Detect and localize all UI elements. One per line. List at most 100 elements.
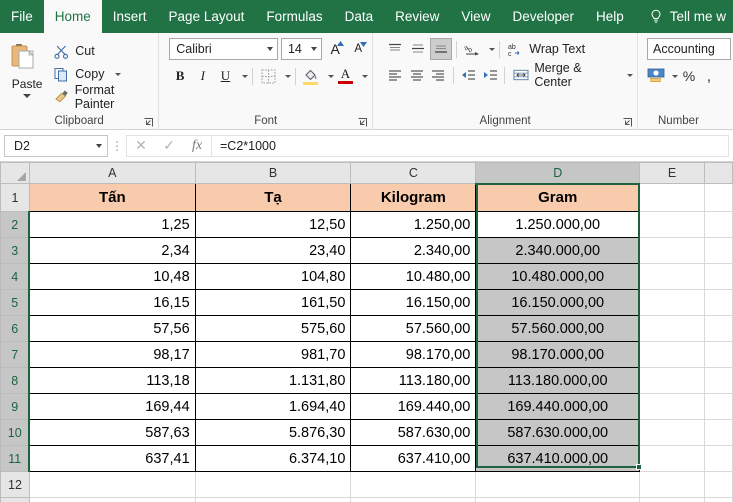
wrap-text-button[interactable]: ab c Wrap Text [504,38,585,60]
cell-b2[interactable]: 12,50 [195,212,351,238]
cell-f3[interactable] [704,238,732,264]
cell-f5[interactable] [704,290,732,316]
cell-f9[interactable] [704,394,732,420]
cell-a2[interactable]: 1,25 [29,212,195,238]
cell-d9[interactable]: 169.440.000,00 [476,394,640,420]
italic-button[interactable]: I [192,65,214,87]
cell-b5[interactable]: 161,50 [195,290,351,316]
merge-center-button[interactable]: Merge & Center [509,64,633,86]
column-header-f[interactable] [704,163,732,184]
cell-f7[interactable] [704,342,732,368]
row-header-13[interactable] [1,498,30,502]
cell-d1[interactable]: Gram [476,184,640,212]
cell-a11[interactable]: 637,41 [29,446,195,472]
cell-d12[interactable] [476,472,640,498]
cell-e5[interactable] [640,290,705,316]
align-bottom-button[interactable] [430,38,452,60]
cell-b3[interactable]: 23,40 [195,238,351,264]
cell-f12[interactable] [704,472,732,498]
increase-font-size-button[interactable]: A [325,38,345,60]
row-header-4[interactable]: 4 [1,264,30,290]
cell-a6[interactable]: 57,56 [29,316,195,342]
column-header-d[interactable]: D [476,163,640,184]
cell-c3[interactable]: 2.340,00 [351,238,476,264]
column-header-e[interactable]: E [640,163,705,184]
name-box[interactable]: D2 [4,135,108,157]
cell-d7[interactable]: 98.170.000,00 [476,342,640,368]
tab-file[interactable]: File [0,0,44,33]
cell-a7[interactable]: 98,17 [29,342,195,368]
row-header-10[interactable]: 10 [1,420,30,446]
fill-color-button[interactable] [300,65,322,87]
cell-a10[interactable]: 587,63 [29,420,195,446]
format-painter-button[interactable]: Format Painter [54,87,154,107]
row-header-9[interactable]: 9 [1,394,30,420]
cell-c8[interactable]: 113.180,00 [351,368,476,394]
cell-c6[interactable]: 57.560,00 [351,316,476,342]
borders-button[interactable] [257,65,279,87]
merge-center-dropdown-caret[interactable] [627,74,633,77]
cell-c4[interactable]: 10.480,00 [351,264,476,290]
align-left-button[interactable] [384,64,405,86]
cell-b6[interactable]: 575,60 [195,316,351,342]
percent-format-button[interactable]: % [680,65,698,87]
row-header-2[interactable]: 2 [1,212,30,238]
row-header-1[interactable]: 1 [1,184,30,212]
cell-b7[interactable]: 981,70 [195,342,351,368]
orientation-dropdown-caret[interactable] [489,48,495,51]
cell-b1[interactable]: Tạ [195,184,351,212]
cell-f2[interactable] [704,212,732,238]
cell-e9[interactable] [640,394,705,420]
align-top-button[interactable] [384,38,406,60]
cell-d11[interactable]: 637.410.000,00 [476,446,640,472]
cell-c11[interactable]: 637.410,00 [351,446,476,472]
cell-d6[interactable]: 57.560.000,00 [476,316,640,342]
cell-a8[interactable]: 113,18 [29,368,195,394]
number-format-select[interactable]: Accounting [647,38,731,60]
select-all-button[interactable] [1,163,30,184]
cell-c1[interactable]: Kilogram [351,184,476,212]
cell-c13[interactable] [351,498,476,502]
paste-dropdown-caret[interactable] [23,94,31,98]
cell-e11[interactable] [640,446,705,472]
column-header-c[interactable]: C [351,163,476,184]
fill-handle[interactable] [636,464,642,470]
alignment-dialog-launcher-icon[interactable] [623,118,632,127]
column-header-a[interactable]: A [29,163,195,184]
cell-f1[interactable] [704,184,732,212]
cell-e4[interactable] [640,264,705,290]
cell-e13[interactable] [640,498,705,502]
align-center-button[interactable] [406,64,427,86]
insert-function-button[interactable]: fx [183,136,211,156]
paste-button[interactable]: Paste [4,38,50,113]
comma-format-button[interactable]: , [700,65,718,87]
tab-help[interactable]: Help [585,0,635,33]
underline-button[interactable]: U [215,65,237,87]
align-right-button[interactable] [428,64,449,86]
cell-a5[interactable]: 16,15 [29,290,195,316]
decrease-indent-button[interactable] [458,64,479,86]
underline-dropdown-caret[interactable] [242,75,248,78]
accounting-dropdown-caret[interactable] [672,75,678,78]
cell-d4[interactable]: 10.480.000,00 [476,264,640,290]
increase-indent-button[interactable] [480,64,501,86]
cell-c12[interactable] [351,472,476,498]
tab-data[interactable]: Data [334,0,385,33]
tab-review[interactable]: Review [384,0,450,33]
cell-d5[interactable]: 16.150.000,00 [476,290,640,316]
cell-b8[interactable]: 1.131,80 [195,368,351,394]
font-name-select[interactable]: Calibri [169,38,278,60]
copy-button[interactable]: Copy [54,64,154,84]
cancel-formula-button[interactable]: ✕ [127,136,155,156]
cell-e7[interactable] [640,342,705,368]
font-color-dropdown-caret[interactable] [362,75,368,78]
cell-e10[interactable] [640,420,705,446]
cell-f11[interactable] [704,446,732,472]
cell-a13[interactable] [29,498,195,502]
font-dialog-launcher-icon[interactable] [358,118,367,127]
cell-d8[interactable]: 113.180.000,00 [476,368,640,394]
confirm-formula-button[interactable]: ✓ [155,136,183,156]
row-header-8[interactable]: 8 [1,368,30,394]
cell-b11[interactable]: 6.374,10 [195,446,351,472]
cell-a1[interactable]: Tấn [29,184,195,212]
